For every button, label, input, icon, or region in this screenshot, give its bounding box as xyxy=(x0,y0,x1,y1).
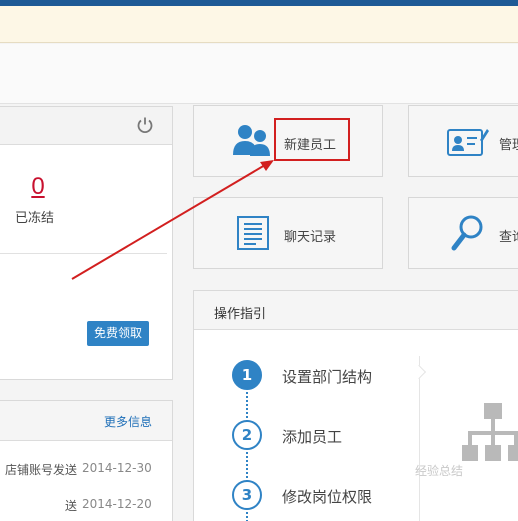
annotation-arrow xyxy=(71,160,274,280)
